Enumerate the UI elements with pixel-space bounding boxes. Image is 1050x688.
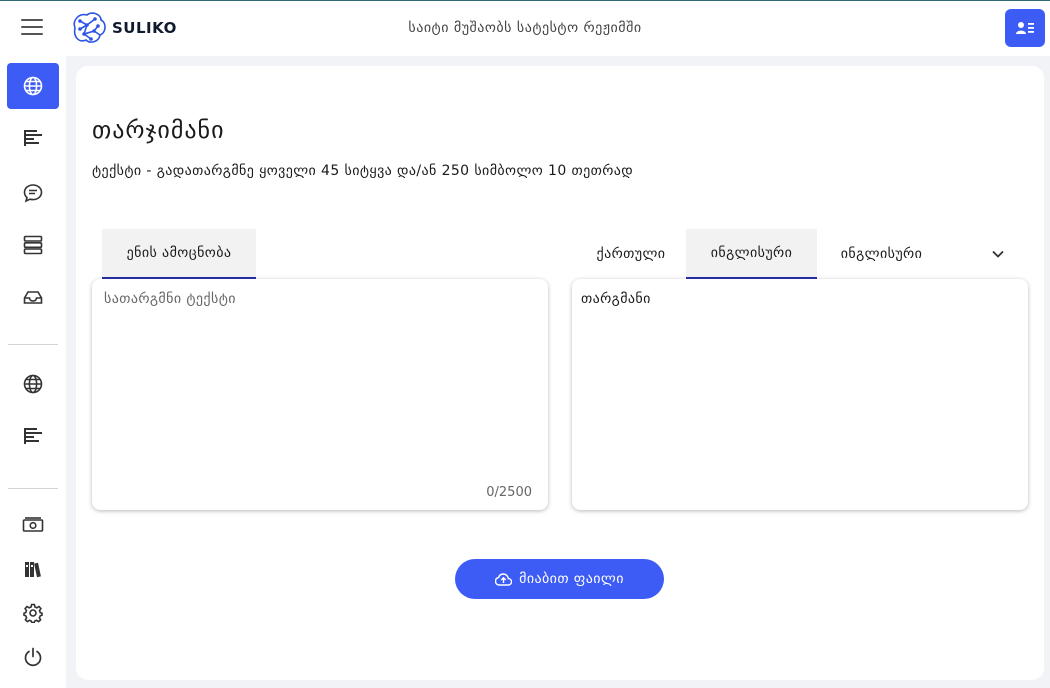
text-align-icon	[24, 428, 42, 444]
cloud-upload-icon	[495, 572, 513, 586]
sidebar-item-text[interactable]	[7, 115, 59, 161]
sidebar-item-text-2[interactable]	[7, 413, 59, 459]
character-counter: 0/2500	[486, 485, 532, 500]
tab-target-english-2[interactable]: ინგლისური	[819, 229, 944, 279]
power-icon	[24, 647, 42, 667]
sidebar-item-payment[interactable]	[7, 502, 59, 548]
sidebar-item-list[interactable]	[7, 222, 59, 268]
sidebar-item-translator[interactable]	[7, 63, 59, 109]
tab-target-georgian[interactable]: ქართული	[578, 229, 684, 279]
language-dropdown-toggle[interactable]	[976, 229, 1020, 279]
upload-file-label: მიაბით ფაილი	[519, 571, 624, 587]
translator-card: თარჯიმანი ტექსტი - გადათარგმნე ყოველი 45…	[76, 66, 1044, 680]
gear-icon	[23, 603, 43, 623]
pricing-subtitle: ტექსტი - გადათარგმნე ყოველი 45 სიტყვა და…	[92, 163, 634, 179]
sidebar-item-logout[interactable]	[7, 634, 59, 680]
user-card-icon	[1016, 22, 1034, 34]
inbox-icon	[23, 291, 43, 304]
server-list-icon	[23, 235, 43, 255]
globe-icon	[23, 76, 43, 96]
sidebar-divider	[8, 488, 58, 489]
sidebar-item-settings[interactable]	[7, 590, 59, 636]
translation-output: თარგმანი	[581, 291, 651, 307]
sidebar-item-library[interactable]	[7, 546, 59, 592]
source-text-panel: 0/2500	[92, 279, 548, 510]
status-message: საიტი მუშაობს სატესტო რეჟიმში	[408, 20, 642, 36]
sidebar-divider	[8, 344, 58, 345]
tab-detect-language[interactable]: ენის ამოცნობა	[102, 229, 256, 279]
chat-bubble-icon	[23, 184, 43, 203]
tab-target-english[interactable]: ინგლისური	[686, 229, 817, 279]
sidebar-item-inbox[interactable]	[7, 274, 59, 320]
profile-button[interactable]	[1005, 9, 1045, 47]
books-icon	[25, 562, 41, 578]
translation-output-panel: თარგმანი	[572, 279, 1028, 510]
source-text-input[interactable]	[104, 291, 524, 471]
sidebar	[0, 56, 66, 688]
text-align-icon	[24, 130, 42, 146]
top-bar: SULIKO საიტი მუშაობს სატესტო რეჟიმში	[0, 0, 1050, 56]
page-title: თარჯიმანი	[92, 116, 225, 144]
chevron-down-icon	[992, 250, 1004, 258]
sidebar-item-translator-2[interactable]	[7, 361, 59, 407]
upload-file-button[interactable]: მიაბით ფაილი	[455, 559, 664, 599]
sidebar-item-chat[interactable]	[7, 170, 59, 216]
money-icon	[22, 517, 44, 532]
globe-icon	[23, 374, 43, 394]
